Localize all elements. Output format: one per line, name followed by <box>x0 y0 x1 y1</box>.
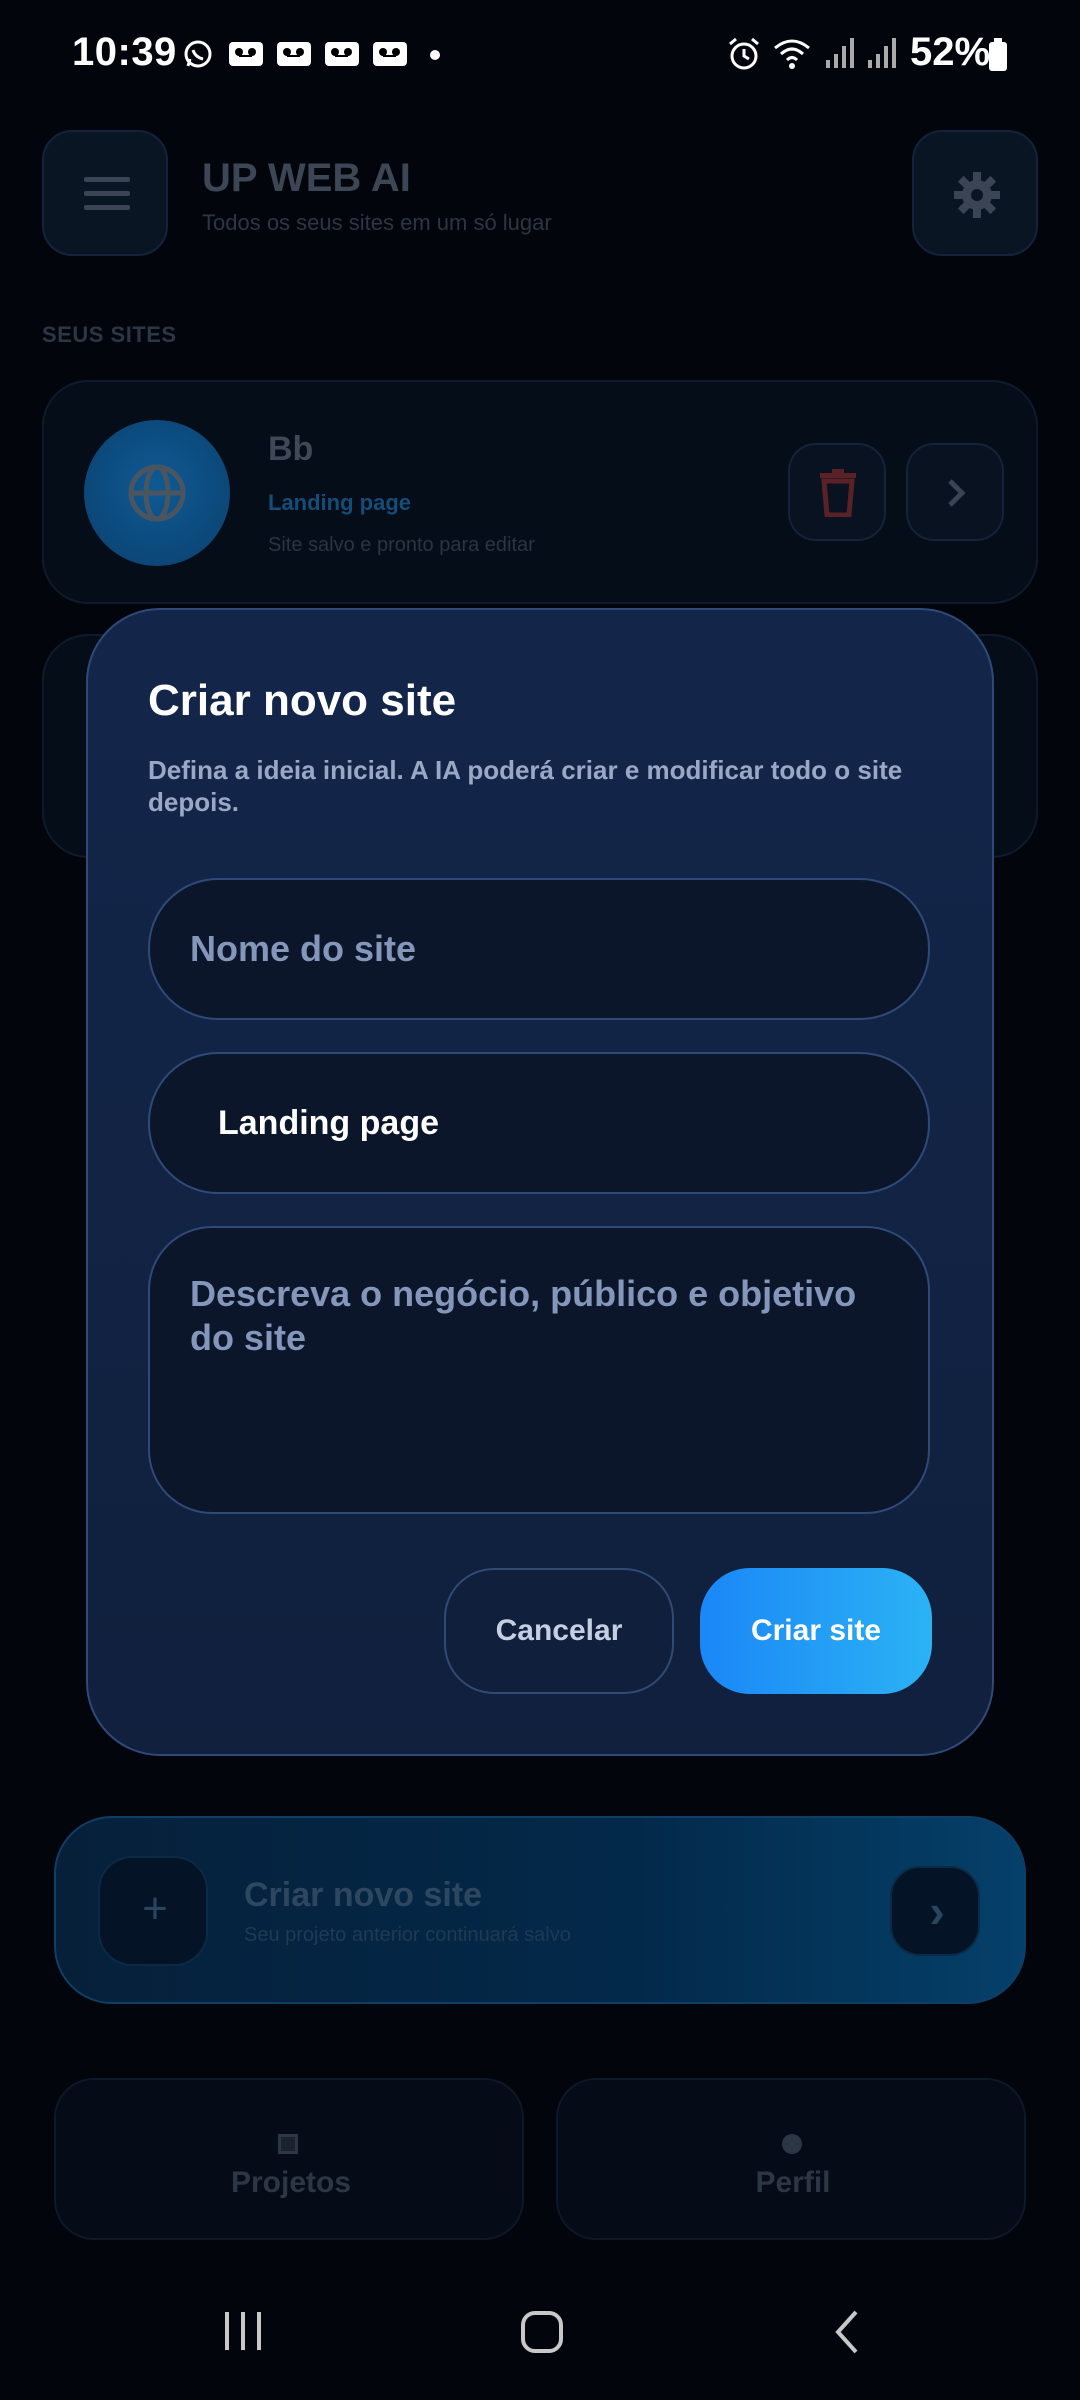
more-notifications-dot <box>430 50 440 60</box>
site-type: Landing page <box>268 490 411 515</box>
circle-icon <box>782 2134 802 2154</box>
tab-projetos[interactable]: Projetos <box>54 2078 524 2240</box>
chevron-right-icon <box>948 479 966 507</box>
battery-icon <box>989 38 1007 71</box>
settings-button[interactable] <box>912 130 1038 256</box>
open-site-button[interactable] <box>906 443 1004 541</box>
menu-button[interactable] <box>42 130 168 256</box>
banner-arrow-button[interactable]: › <box>890 1866 980 1956</box>
recent-apps-icon[interactable] <box>222 2310 264 2352</box>
menu-icon <box>84 177 130 210</box>
site-name: Bb <box>268 430 314 468</box>
trash-icon <box>820 469 856 517</box>
app-subtitle: Todos os seus sites em um só lugar <box>202 210 552 235</box>
site-avatar <box>84 420 230 566</box>
voicemail-icon <box>277 42 311 66</box>
add-site-button[interactable]: + <box>98 1856 208 1966</box>
home-icon[interactable] <box>520 2310 564 2354</box>
dialog-title: Criar novo site <box>148 676 457 725</box>
delete-site-button[interactable] <box>788 443 886 541</box>
system-navigation-bar <box>0 2270 1080 2400</box>
square-icon <box>278 2134 298 2154</box>
site-type-select[interactable]: Landing page <box>148 1052 930 1194</box>
alarm-icon <box>729 37 759 70</box>
tab-label-perfil: Perfil <box>755 2166 831 2199</box>
wifi-icon <box>774 39 810 69</box>
battery-percentage: 52% <box>910 30 991 74</box>
app-title: UP WEB AI <box>202 156 411 200</box>
section-label-sites: SEUS SITES <box>42 322 177 347</box>
site-status: Site salvo e pronto para editar <box>268 534 535 556</box>
gear-icon <box>954 172 1000 218</box>
dialog-description: Defina a ideia inicial. A IA poderá cria… <box>148 755 903 817</box>
cancel-button[interactable]: Cancelar <box>444 1568 674 1694</box>
status-bar: 10:39 52% <box>0 0 1080 110</box>
plus-icon: + <box>142 1884 168 1933</box>
site-description-textarea[interactable] <box>148 1226 930 1514</box>
voicemail-icon <box>373 42 407 66</box>
signal-icon <box>826 38 854 68</box>
site-type-value: Landing page <box>218 1103 439 1142</box>
banner-title: Criar novo site <box>244 1876 483 1914</box>
whatsapp-icon <box>184 40 212 68</box>
create-site-button[interactable]: Criar site <box>700 1568 932 1694</box>
site-name-input[interactable] <box>148 878 930 1020</box>
voicemail-icon <box>325 42 359 66</box>
chevron-right-icon: › <box>929 1885 945 1937</box>
signal-icon <box>868 38 896 68</box>
tab-perfil[interactable]: Perfil <box>556 2078 1026 2240</box>
voicemail-icon <box>229 42 263 66</box>
status-time: 10:39 <box>72 30 177 74</box>
globe-icon <box>128 464 186 522</box>
banner-subtitle: Seu projeto anterior continuará salvo <box>244 1924 571 1946</box>
tab-label-projetos: Projetos <box>230 2166 352 2199</box>
back-icon[interactable] <box>832 2308 862 2356</box>
